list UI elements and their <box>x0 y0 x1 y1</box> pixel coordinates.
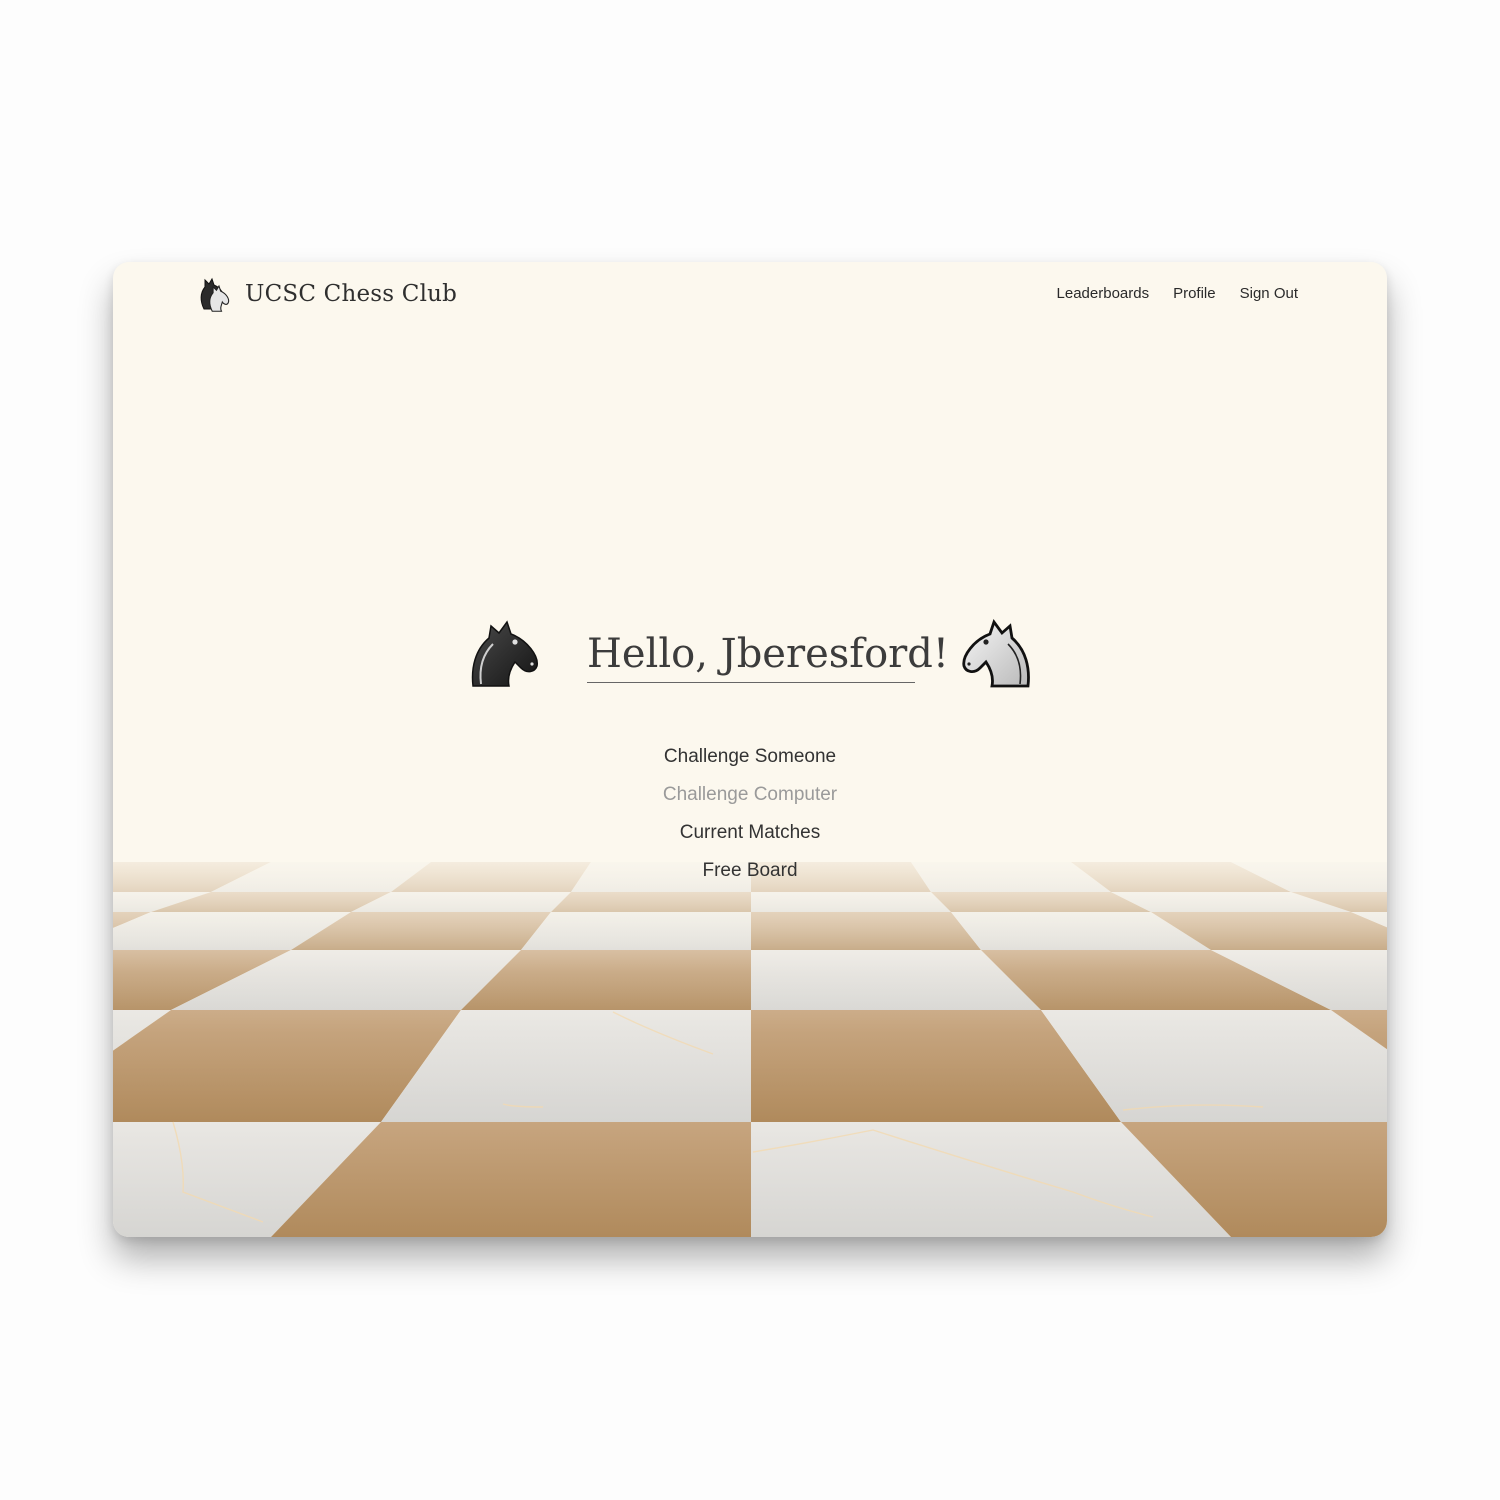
brand-title: UCSC Chess Club <box>245 281 458 307</box>
brand[interactable]: UCSC Chess Club <box>193 272 457 316</box>
nav-leaderboards[interactable]: Leaderboards <box>1057 285 1150 302</box>
top-navbar: UCSC Chess Club Leaderboards Profile Sig… <box>113 262 1387 328</box>
greeting-heading: Hello, Jberesford! <box>587 626 949 683</box>
white-knight-icon <box>962 618 1030 688</box>
app-window: UCSC Chess Club Leaderboards Profile Sig… <box>113 262 1387 1237</box>
greeting-section: Hello, Jberesford! <box>113 614 1387 694</box>
action-menu: Challenge Someone Challenge Computer Cur… <box>113 738 1387 890</box>
current-matches-link[interactable]: Current Matches <box>113 814 1387 852</box>
nav-links: Leaderboards Profile Sign Out <box>1057 285 1298 302</box>
challenge-someone-link[interactable]: Challenge Someone <box>113 738 1387 776</box>
challenge-computer-link[interactable]: Challenge Computer <box>113 776 1387 814</box>
free-board-link[interactable]: Free Board <box>113 852 1387 890</box>
nav-sign-out[interactable]: Sign Out <box>1240 285 1298 302</box>
nav-profile[interactable]: Profile <box>1173 285 1216 302</box>
knight-pair-icon <box>200 277 230 312</box>
black-knight-icon <box>471 620 538 687</box>
